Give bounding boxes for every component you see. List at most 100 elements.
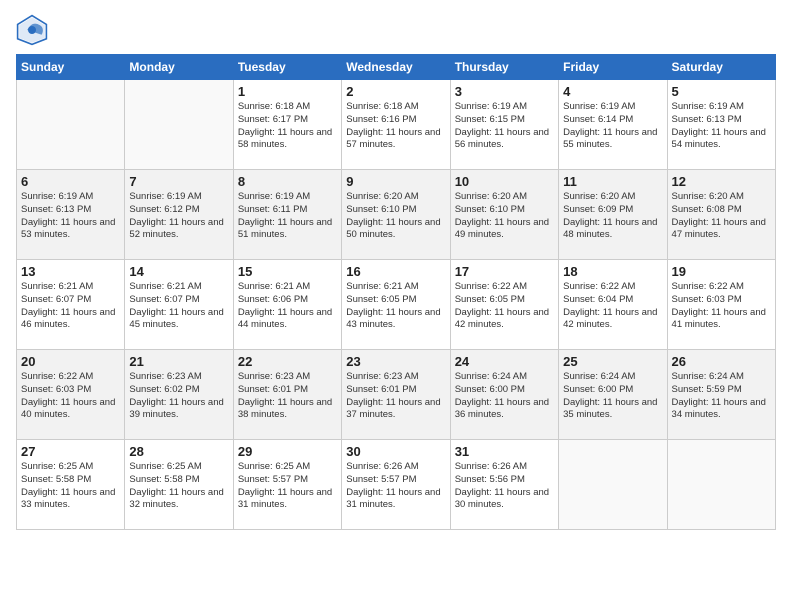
calendar-cell: 8 Sunrise: 6:19 AM Sunset: 6:11 PM Daylig… [233,170,341,260]
calendar-cell: 15 Sunrise: 6:21 AM Sunset: 6:06 PM Dayli… [233,260,341,350]
logo-icon [16,14,48,46]
day-number: 2 [346,84,445,99]
day-info: Sunrise: 6:19 AM Sunset: 6:14 PM Dayligh… [563,101,662,152]
day-info: Sunrise: 6:20 AM Sunset: 6:10 PM Dayligh… [346,191,445,242]
calendar-cell: 7 Sunrise: 6:19 AM Sunset: 6:12 PM Daylig… [125,170,233,260]
calendar-cell: 17 Sunrise: 6:22 AM Sunset: 6:05 PM Dayli… [450,260,558,350]
calendar-cell [559,440,667,530]
day-number: 9 [346,174,445,189]
week-row-1: 1 Sunrise: 6:18 AM Sunset: 6:17 PM Daylig… [17,80,776,170]
day-number: 31 [455,444,554,459]
day-info: Sunrise: 6:24 AM Sunset: 5:59 PM Dayligh… [672,371,771,422]
day-number: 21 [129,354,228,369]
day-number: 24 [455,354,554,369]
weekday-row: SundayMondayTuesdayWednesdayThursdayFrid… [17,55,776,80]
day-info: Sunrise: 6:18 AM Sunset: 6:17 PM Dayligh… [238,101,337,152]
calendar-cell: 6 Sunrise: 6:19 AM Sunset: 6:13 PM Daylig… [17,170,125,260]
calendar-table: SundayMondayTuesdayWednesdayThursdayFrid… [16,54,776,530]
calendar-cell: 1 Sunrise: 6:18 AM Sunset: 6:17 PM Daylig… [233,80,341,170]
weekday-header-tuesday: Tuesday [233,55,341,80]
day-info: Sunrise: 6:19 AM Sunset: 6:15 PM Dayligh… [455,101,554,152]
weekday-header-wednesday: Wednesday [342,55,450,80]
calendar-cell [17,80,125,170]
week-row-2: 6 Sunrise: 6:19 AM Sunset: 6:13 PM Daylig… [17,170,776,260]
day-info: Sunrise: 6:22 AM Sunset: 6:03 PM Dayligh… [672,281,771,332]
calendar-cell: 20 Sunrise: 6:22 AM Sunset: 6:03 PM Dayli… [17,350,125,440]
day-number: 20 [21,354,120,369]
page: SundayMondayTuesdayWednesdayThursdayFrid… [0,0,792,612]
weekday-header-thursday: Thursday [450,55,558,80]
day-info: Sunrise: 6:18 AM Sunset: 6:16 PM Dayligh… [346,101,445,152]
calendar-cell: 19 Sunrise: 6:22 AM Sunset: 6:03 PM Dayli… [667,260,775,350]
calendar-cell: 14Sunrise: 6:21 AM Sunset: 6:07 PM Dayli… [125,260,233,350]
calendar-cell: 24 Sunrise: 6:24 AM Sunset: 6:00 PM Dayli… [450,350,558,440]
day-info: Sunrise: 6:25 AM Sunset: 5:57 PM Dayligh… [238,461,337,512]
day-info: Sunrise: 6:20 AM Sunset: 6:08 PM Dayligh… [672,191,771,242]
calendar-cell [667,440,775,530]
weekday-header-saturday: Saturday [667,55,775,80]
day-number: 23 [346,354,445,369]
day-info: Sunrise: 6:22 AM Sunset: 6:03 PM Dayligh… [21,371,120,422]
calendar-cell: 25Sunrise: 6:24 AM Sunset: 6:00 PM Dayli… [559,350,667,440]
day-info: Sunrise: 6:19 AM Sunset: 6:11 PM Dayligh… [238,191,337,242]
calendar-cell: 18Sunrise: 6:22 AM Sunset: 6:04 PM Dayli… [559,260,667,350]
header [16,10,776,46]
calendar-cell: 3 Sunrise: 6:19 AM Sunset: 6:15 PM Daylig… [450,80,558,170]
day-number: 26 [672,354,771,369]
calendar-cell: 30Sunrise: 6:26 AM Sunset: 5:57 PM Dayli… [342,440,450,530]
day-number: 13 [21,264,120,279]
day-number: 11 [563,174,662,189]
day-info: Sunrise: 6:24 AM Sunset: 6:00 PM Dayligh… [455,371,554,422]
day-info: Sunrise: 6:25 AM Sunset: 5:58 PM Dayligh… [21,461,120,512]
day-info: Sunrise: 6:24 AM Sunset: 6:00 PM Dayligh… [563,371,662,422]
calendar-header: SundayMondayTuesdayWednesdayThursdayFrid… [17,55,776,80]
day-info: Sunrise: 6:21 AM Sunset: 6:07 PM Dayligh… [21,281,120,332]
calendar-cell: 13 Sunrise: 6:21 AM Sunset: 6:07 PM Dayli… [17,260,125,350]
day-info: Sunrise: 6:19 AM Sunset: 6:13 PM Dayligh… [21,191,120,242]
weekday-header-friday: Friday [559,55,667,80]
day-number: 27 [21,444,120,459]
day-info: Sunrise: 6:21 AM Sunset: 6:06 PM Dayligh… [238,281,337,332]
calendar-cell: 29 Sunrise: 6:25 AM Sunset: 5:57 PM Dayli… [233,440,341,530]
day-number: 4 [563,84,662,99]
day-info: Sunrise: 6:23 AM Sunset: 6:01 PM Dayligh… [346,371,445,422]
calendar-cell: 16 Sunrise: 6:21 AM Sunset: 6:05 PM Dayli… [342,260,450,350]
calendar-cell: 10Sunrise: 6:20 AM Sunset: 6:10 PM Dayli… [450,170,558,260]
day-number: 29 [238,444,337,459]
day-number: 1 [238,84,337,99]
calendar-cell: 11Sunrise: 6:20 AM Sunset: 6:09 PM Dayli… [559,170,667,260]
calendar-cell: 31Sunrise: 6:26 AM Sunset: 5:56 PM Dayli… [450,440,558,530]
day-number: 7 [129,174,228,189]
calendar-cell: 5Sunrise: 6:19 AM Sunset: 6:13 PM Daylig… [667,80,775,170]
weekday-header-monday: Monday [125,55,233,80]
weekday-header-sunday: Sunday [17,55,125,80]
week-row-5: 27 Sunrise: 6:25 AM Sunset: 5:58 PM Dayli… [17,440,776,530]
day-info: Sunrise: 6:20 AM Sunset: 6:10 PM Dayligh… [455,191,554,242]
day-info: Sunrise: 6:21 AM Sunset: 6:05 PM Dayligh… [346,281,445,332]
calendar-cell: 9 Sunrise: 6:20 AM Sunset: 6:10 PM Daylig… [342,170,450,260]
week-row-3: 13 Sunrise: 6:21 AM Sunset: 6:07 PM Dayli… [17,260,776,350]
day-number: 15 [238,264,337,279]
calendar-cell: 27 Sunrise: 6:25 AM Sunset: 5:58 PM Dayli… [17,440,125,530]
calendar-cell: 22Sunrise: 6:23 AM Sunset: 6:01 PM Dayli… [233,350,341,440]
calendar-cell: 2 Sunrise: 6:18 AM Sunset: 6:16 PM Daylig… [342,80,450,170]
day-info: Sunrise: 6:25 AM Sunset: 5:58 PM Dayligh… [129,461,228,512]
day-number: 16 [346,264,445,279]
day-info: Sunrise: 6:23 AM Sunset: 6:02 PM Dayligh… [129,371,228,422]
calendar-cell [125,80,233,170]
day-number: 19 [672,264,771,279]
calendar-cell: 21 Sunrise: 6:23 AM Sunset: 6:02 PM Dayli… [125,350,233,440]
day-info: Sunrise: 6:22 AM Sunset: 6:04 PM Dayligh… [563,281,662,332]
calendar-body: 1 Sunrise: 6:18 AM Sunset: 6:17 PM Daylig… [17,80,776,530]
day-info: Sunrise: 6:19 AM Sunset: 6:12 PM Dayligh… [129,191,228,242]
logo [16,14,52,46]
day-number: 8 [238,174,337,189]
day-info: Sunrise: 6:26 AM Sunset: 5:57 PM Dayligh… [346,461,445,512]
day-number: 6 [21,174,120,189]
day-info: Sunrise: 6:23 AM Sunset: 6:01 PM Dayligh… [238,371,337,422]
day-number: 12 [672,174,771,189]
day-info: Sunrise: 6:22 AM Sunset: 6:05 PM Dayligh… [455,281,554,332]
day-number: 17 [455,264,554,279]
calendar-cell: 26 Sunrise: 6:24 AM Sunset: 5:59 PM Dayli… [667,350,775,440]
day-number: 3 [455,84,554,99]
